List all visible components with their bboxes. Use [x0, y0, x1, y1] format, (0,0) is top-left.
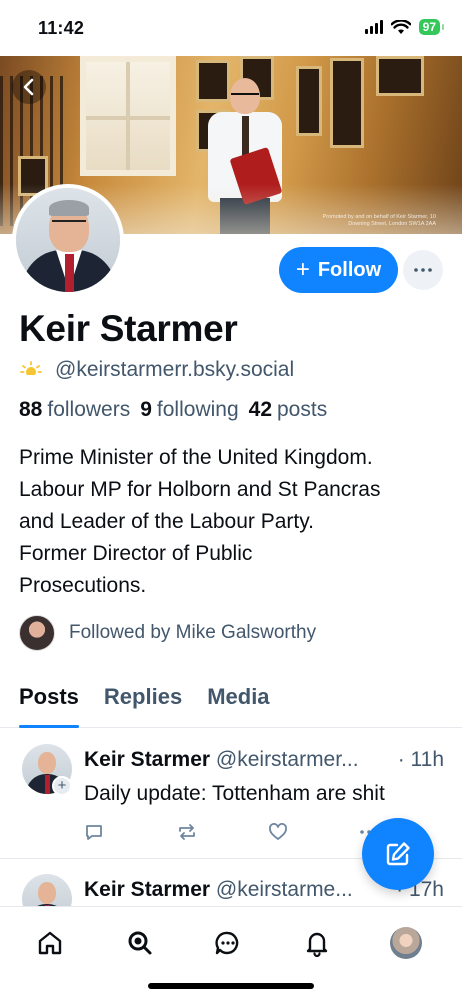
stats-row: 88 followers 9 following 42 posts: [19, 398, 327, 422]
banner-window: [80, 56, 176, 176]
nav-profile[interactable]: [386, 923, 426, 963]
plus-icon: +: [295, 256, 310, 283]
home-indicator: [148, 983, 314, 989]
heart-icon: [269, 823, 287, 840]
nav-chat[interactable]: [208, 923, 248, 963]
nav-home[interactable]: [30, 923, 70, 963]
compose-button[interactable]: [362, 818, 434, 890]
back-button[interactable]: [12, 70, 46, 104]
banner-portrait: [330, 58, 364, 148]
tab-posts[interactable]: Posts: [19, 680, 79, 728]
post-handle: @keirstarme...: [215, 878, 353, 901]
banner-credit: Promoted by and on behalf of Keir Starme…: [322, 213, 436, 227]
followers-label: followers: [47, 398, 131, 421]
followed-by-row[interactable]: Followed by Mike Galsworthy: [19, 615, 316, 651]
follow-label: Follow: [317, 258, 382, 281]
tab-media[interactable]: Media: [207, 680, 269, 728]
posts-label: posts: [277, 398, 328, 421]
like-button[interactable]: [268, 820, 360, 844]
nav-search[interactable]: [120, 923, 160, 963]
add-icon[interactable]: +: [52, 776, 72, 796]
follow-button[interactable]: + Follow: [279, 247, 398, 293]
status-time: 11:42: [38, 18, 85, 38]
profile-avatar: [390, 927, 422, 959]
post-author[interactable]: Keir Starmer: [84, 748, 210, 771]
post-author[interactable]: Keir Starmer: [84, 878, 210, 901]
profile-handle: @keirstarmerr.bsky.social: [55, 358, 295, 381]
bell-icon: [306, 932, 328, 957]
post-handle: @keirstarmer...: [215, 748, 359, 771]
post-time: · 11h: [395, 748, 444, 772]
sun-cloud-icon: [20, 361, 42, 379]
profile-bio: Prime Minister of the United Kingdom. La…: [19, 446, 381, 597]
followers-count: 88: [19, 398, 43, 421]
battery-icon: 97: [418, 19, 445, 35]
tab-replies[interactable]: Replies: [104, 680, 182, 728]
banner-portrait: [296, 66, 322, 136]
repost-button[interactable]: [176, 820, 268, 844]
nav-notifications[interactable]: [297, 923, 337, 963]
home-icon: [38, 931, 62, 955]
following-stat[interactable]: 9 following: [140, 398, 238, 422]
posts-count: 42: [248, 398, 272, 421]
banner-portrait: [376, 56, 424, 96]
chat-icon: [215, 931, 239, 955]
more-options-button[interactable]: [403, 250, 443, 290]
repost-icon: [179, 824, 195, 840]
posts-stat: 42 posts: [249, 398, 328, 422]
reply-icon: [86, 825, 102, 840]
handle-row: @keirstarmerr.bsky.social: [19, 358, 294, 382]
ellipsis-icon: [414, 268, 432, 272]
post-text: Daily update: Tottenham are shit: [84, 782, 385, 805]
follower-avatar: [19, 615, 55, 651]
post-avatar[interactable]: [22, 874, 72, 906]
profile-tabs: Posts Replies Media: [0, 680, 462, 728]
compose-icon: [386, 842, 410, 866]
signal-icon: [364, 20, 383, 34]
profile-avatar[interactable]: [12, 184, 124, 296]
followers-stat[interactable]: 88 followers: [19, 398, 130, 422]
followed-by-text: Followed by Mike Galsworthy: [69, 622, 317, 643]
following-label: following: [156, 398, 239, 421]
status-bar: 11:42 97: [0, 0, 462, 56]
post-header: Keir Starmer @keirstarmer... · 11h: [84, 748, 444, 772]
following-count: 9: [140, 398, 152, 421]
search-icon: [128, 931, 152, 955]
wifi-icon: [390, 19, 411, 34]
chevron-left-icon: [23, 78, 34, 96]
display-name: Keir Starmer: [19, 308, 238, 349]
status-icons: 97: [364, 19, 445, 35]
reply-button[interactable]: [84, 820, 176, 844]
